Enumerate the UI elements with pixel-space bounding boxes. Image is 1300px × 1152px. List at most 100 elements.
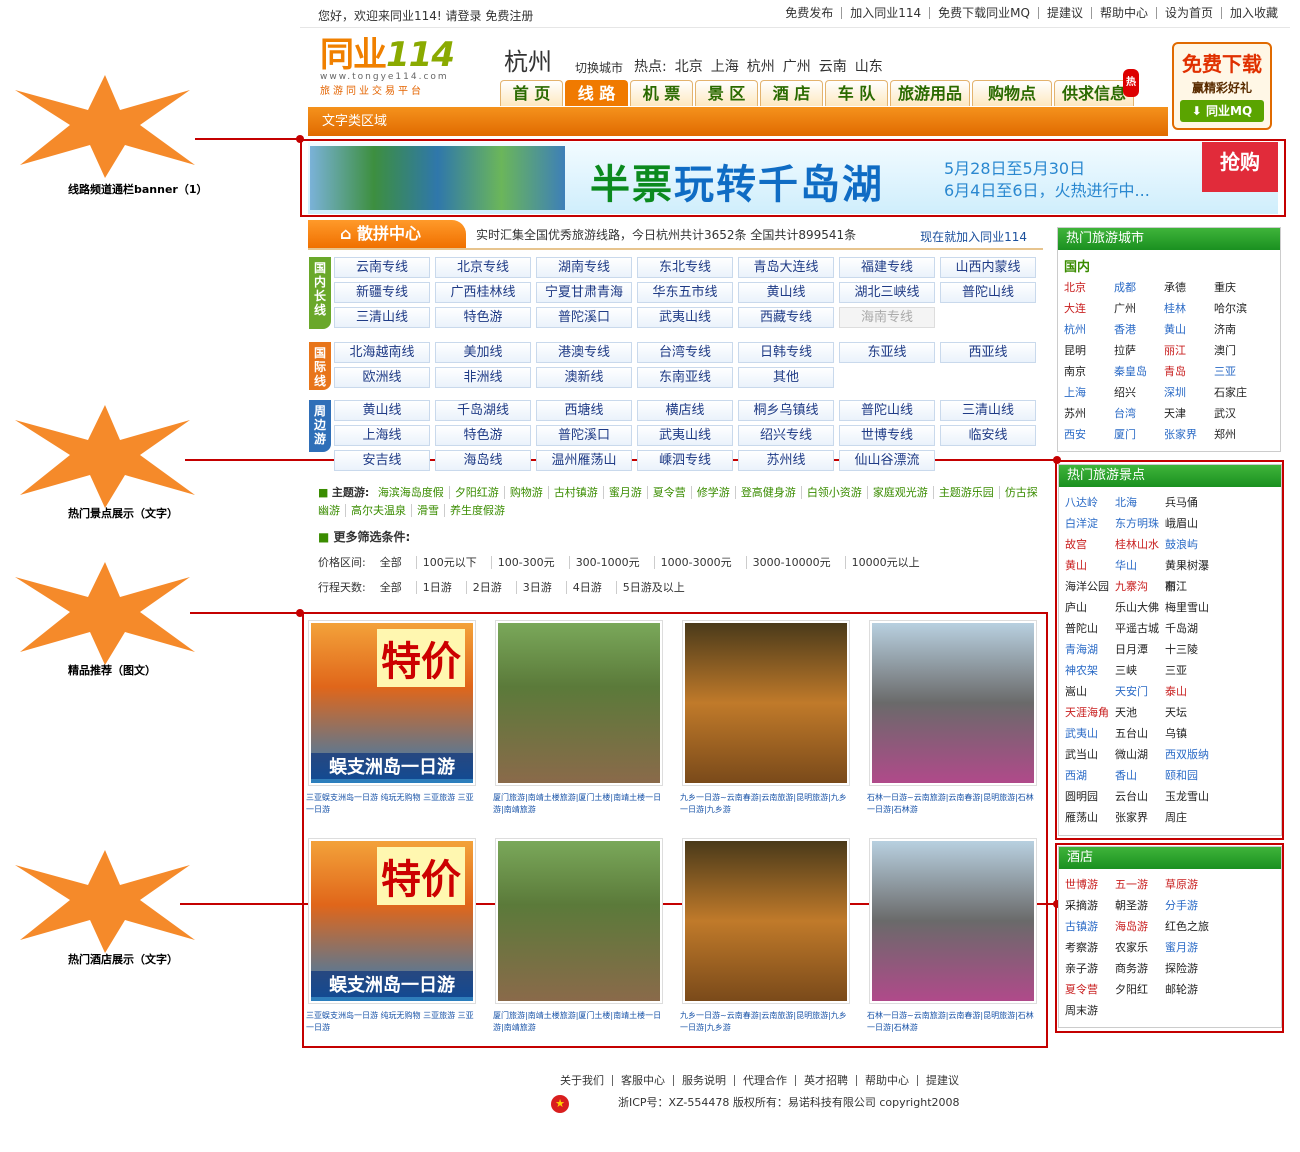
sidebar-link[interactable]: 乌镇 xyxy=(1165,723,1215,744)
route-button[interactable]: 临安线 xyxy=(940,425,1036,446)
product-card[interactable] xyxy=(495,620,663,786)
sidebar-link[interactable]: 邮轮游 xyxy=(1165,979,1215,1000)
tab-routes[interactable]: 线 路 xyxy=(565,80,628,106)
price-option[interactable]: 10000元以上 xyxy=(844,556,926,569)
product-card[interactable] xyxy=(869,620,1037,786)
city-link[interactable]: 上海 xyxy=(1064,382,1114,403)
sidebar-link[interactable]: 黄果树瀑布 xyxy=(1165,555,1215,593)
route-button[interactable]: 福建专线 xyxy=(839,257,935,278)
tab-supply[interactable]: 供求信息热 xyxy=(1054,69,1139,106)
product-image[interactable] xyxy=(872,623,1034,783)
sidebar-link[interactable]: 三亚 xyxy=(1165,660,1215,681)
route-button[interactable]: 黄山线 xyxy=(738,282,834,303)
route-button[interactable]: 桐乡乌镇线 xyxy=(738,400,834,421)
city-link[interactable]: 西安 xyxy=(1064,424,1114,445)
route-button[interactable]: 安吉线 xyxy=(334,450,430,471)
download-mq-box[interactable]: 免费下载 赢精彩好礼 ⬇ 同业MQ xyxy=(1172,42,1272,130)
route-button[interactable]: 宁夏甘肃青海 xyxy=(536,282,632,303)
sidebar-link[interactable]: 武夷山 xyxy=(1065,723,1115,744)
city-link[interactable]: 拉萨 xyxy=(1114,340,1164,361)
sidebar-link[interactable]: 五一游 xyxy=(1115,874,1165,895)
sidebar-link[interactable]: 北海 xyxy=(1115,492,1165,513)
sidebar-link[interactable]: 泰山 xyxy=(1165,681,1215,702)
sidebar-link[interactable]: 周末游 xyxy=(1065,1000,1115,1021)
product-card[interactable] xyxy=(869,838,1037,1004)
top-link-favorite[interactable]: 加入收藏 xyxy=(1220,7,1286,19)
city-link[interactable]: 张家界 xyxy=(1164,424,1214,445)
product-caption[interactable]: 厦门旅游|南靖土楼旅游|厦门土楼|南靖土楼一日游|南靖旅游 xyxy=(493,1010,663,1034)
city-link[interactable]: 天津 xyxy=(1164,403,1214,424)
sidebar-link[interactable]: 日月潭 xyxy=(1115,639,1165,660)
product-caption[interactable]: 石林一日游~云南旅游|云南春游|昆明旅游|石林一日游|石林游 xyxy=(867,1010,1037,1034)
sidebar-link[interactable]: 峨眉山 xyxy=(1165,513,1215,534)
hot-city-link[interactable]: 上海 xyxy=(711,56,739,76)
route-button[interactable]: 上海线 xyxy=(334,425,430,446)
city-link[interactable]: 青岛 xyxy=(1164,361,1214,382)
route-button[interactable]: 世博专线 xyxy=(839,425,935,446)
city-link[interactable]: 武汉 xyxy=(1214,403,1264,424)
sidebar-link[interactable]: 采摘游 xyxy=(1065,895,1115,916)
route-button[interactable]: 特色游 xyxy=(435,425,531,446)
city-link[interactable]: 北京 xyxy=(1064,277,1114,298)
sidebar-link[interactable]: 天池 xyxy=(1115,702,1165,723)
route-button[interactable]: 东南亚线 xyxy=(637,367,733,388)
theme-link[interactable]: 夏令营 xyxy=(646,486,691,499)
product-caption[interactable]: 九乡一日游~云南春游|云南旅游|昆明旅游|九乡一日游|九乡游 xyxy=(680,792,850,816)
theme-link[interactable]: 高尔夫温泉 xyxy=(345,504,411,517)
city-link[interactable]: 承德 xyxy=(1164,277,1214,298)
sidebar-link[interactable]: 东方明珠 xyxy=(1115,513,1165,534)
welcome-text[interactable]: 您好，欢迎来同业114! 请登录 免费注册 xyxy=(318,7,533,24)
site-logo[interactable]: 同业114 www.tongye114.com 旅游同业交易平台 xyxy=(320,36,480,100)
join-now-link[interactable]: 现在就加入同业114 xyxy=(920,228,1027,245)
footer-link-about[interactable]: 关于我们 xyxy=(560,1075,612,1086)
route-button[interactable]: 特色游 xyxy=(435,307,531,328)
route-button[interactable]: 港澳专线 xyxy=(536,342,632,363)
product-caption[interactable]: 石林一日游~云南旅游|云南春游|昆明旅游|石林一日游|石林游 xyxy=(867,792,1037,816)
route-button[interactable]: 横店线 xyxy=(637,400,733,421)
price-option[interactable]: 全部 xyxy=(374,556,408,569)
theme-link[interactable]: 主题游乐园 xyxy=(932,486,999,499)
city-link[interactable]: 黄山 xyxy=(1164,319,1214,340)
tab-shopping[interactable]: 购物点 xyxy=(972,80,1052,106)
route-button[interactable]: 普陀溪口 xyxy=(536,425,632,446)
price-option[interactable]: 3000-10000元 xyxy=(745,556,837,569)
route-button[interactable]: 普陀溪口 xyxy=(536,307,632,328)
route-button[interactable]: 山西内蒙线 xyxy=(940,257,1036,278)
sidebar-link[interactable]: 五台山 xyxy=(1115,723,1165,744)
price-option[interactable]: 100-300元 xyxy=(490,556,561,569)
route-button[interactable]: 青岛大连线 xyxy=(738,257,834,278)
route-button[interactable]: 普陀山线 xyxy=(940,282,1036,303)
hot-city-link[interactable]: 北京 xyxy=(675,56,703,76)
product-card[interactable]: 特价 蜈支洲岛一日游 xyxy=(308,620,476,786)
city-link[interactable]: 昆明 xyxy=(1064,340,1114,361)
price-option[interactable]: 100元以下 xyxy=(415,556,483,569)
theme-link[interactable]: 修学游 xyxy=(690,486,735,499)
route-button[interactable]: 东亚线 xyxy=(839,342,935,363)
city-link[interactable]: 三亚 xyxy=(1214,361,1264,382)
days-option[interactable]: 5日游及以上 xyxy=(615,581,691,594)
city-link[interactable]: 成都 xyxy=(1114,277,1164,298)
city-link[interactable]: 厦门 xyxy=(1114,424,1164,445)
top-link-join[interactable]: 加入同业114 xyxy=(841,7,929,19)
theme-link[interactable]: 购物游 xyxy=(503,486,548,499)
theme-link[interactable]: 白领小资游 xyxy=(800,486,867,499)
sidebar-link[interactable]: 夕阳红 xyxy=(1115,979,1165,1000)
route-button[interactable]: 湖北三峡线 xyxy=(839,282,935,303)
sidebar-link[interactable]: 天安门 xyxy=(1115,681,1165,702)
tab-scenic[interactable]: 景 区 xyxy=(695,80,758,106)
sidebar-link[interactable]: 夏令营 xyxy=(1065,979,1115,1000)
route-button[interactable]: 绍兴专线 xyxy=(738,425,834,446)
hot-city-link[interactable]: 山东 xyxy=(855,56,883,76)
route-button[interactable]: 黄山线 xyxy=(334,400,430,421)
theme-link[interactable]: 滑雪 xyxy=(411,504,444,517)
route-button[interactable]: 非洲线 xyxy=(435,367,531,388)
city-link[interactable]: 广州 xyxy=(1114,298,1164,319)
sidebar-link[interactable]: 海洋公园 xyxy=(1065,576,1115,597)
sidebar-link[interactable]: 蜜月游 xyxy=(1165,937,1215,958)
sidebar-link[interactable]: 西双版纳 xyxy=(1165,744,1215,765)
sidebar-link[interactable]: 草原游 xyxy=(1165,874,1215,895)
product-card[interactable] xyxy=(682,620,850,786)
city-link[interactable]: 台湾 xyxy=(1114,403,1164,424)
route-button[interactable]: 台湾专线 xyxy=(637,342,733,363)
city-link[interactable]: 大连 xyxy=(1064,298,1114,319)
